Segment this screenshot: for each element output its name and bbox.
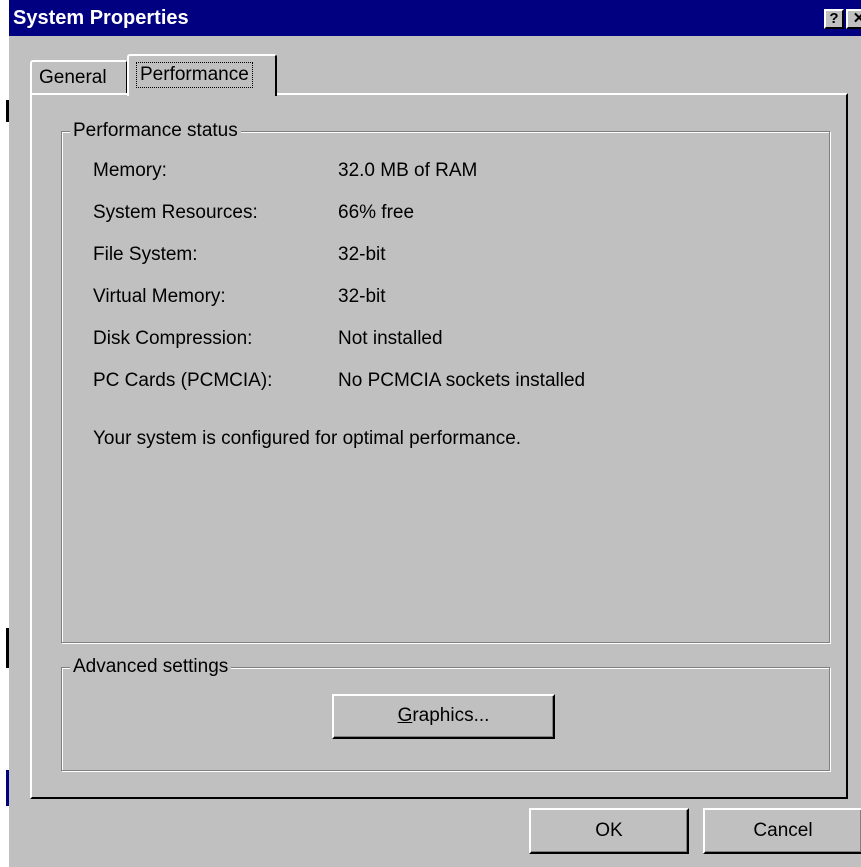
tab-performance[interactable]: Performance (127, 54, 277, 96)
title-bar[interactable]: System Properties ? ✕ (9, 0, 861, 36)
edge-mark (6, 770, 9, 806)
ok-label: OK (595, 820, 623, 841)
row-value: 32.0 MB of RAM (338, 160, 478, 181)
left-edge-strip (0, 0, 9, 867)
graphics-button[interactable]: Graphics... (332, 694, 555, 739)
row-label: Disk Compression: (93, 328, 253, 349)
edge-mark (6, 100, 9, 122)
performance-status-label: Performance status (70, 120, 241, 142)
edge-mark (6, 628, 9, 668)
system-properties-dialog: System Properties ? ✕ General Performanc… (0, 0, 861, 867)
row-label: File System: (93, 244, 198, 265)
row-value: 32-bit (338, 286, 386, 307)
ok-button[interactable]: OK (529, 808, 689, 854)
cancel-button[interactable]: Cancel (703, 808, 861, 854)
row-value: No PCMCIA sockets installed (338, 370, 586, 391)
performance-status-group: Performance status Memory: 32.0 MB of RA… (61, 120, 830, 643)
help-button[interactable]: ? (824, 9, 844, 29)
advanced-settings-group: Advanced settings Graphics... (61, 656, 830, 771)
window-title: System Properties (13, 7, 189, 29)
row-value: 66% free (338, 202, 415, 223)
graphics-mnemonic: G (397, 705, 413, 726)
help-icon: ? (829, 10, 839, 27)
tab-performance-label: Performance (136, 62, 253, 88)
graphics-label: raphics... (412, 705, 490, 726)
performance-message: Your system is configured for optimal pe… (93, 428, 522, 449)
tab-general[interactable]: General (30, 60, 128, 94)
close-icon: ✕ (852, 10, 861, 27)
tab-general-label: General (39, 67, 107, 88)
performance-tab-panel: Performance status Memory: 32.0 MB of RA… (30, 93, 848, 799)
close-button[interactable]: ✕ (846, 9, 861, 29)
advanced-settings-label: Advanced settings (70, 656, 232, 678)
row-label: Virtual Memory: (93, 286, 226, 307)
row-value: 32-bit (338, 244, 386, 265)
row-label: PC Cards (PCMCIA): (93, 370, 273, 391)
row-label: System Resources: (93, 202, 258, 223)
row-label: Memory: (93, 160, 167, 181)
row-value: Not installed (338, 328, 443, 349)
cancel-label: Cancel (753, 820, 813, 841)
